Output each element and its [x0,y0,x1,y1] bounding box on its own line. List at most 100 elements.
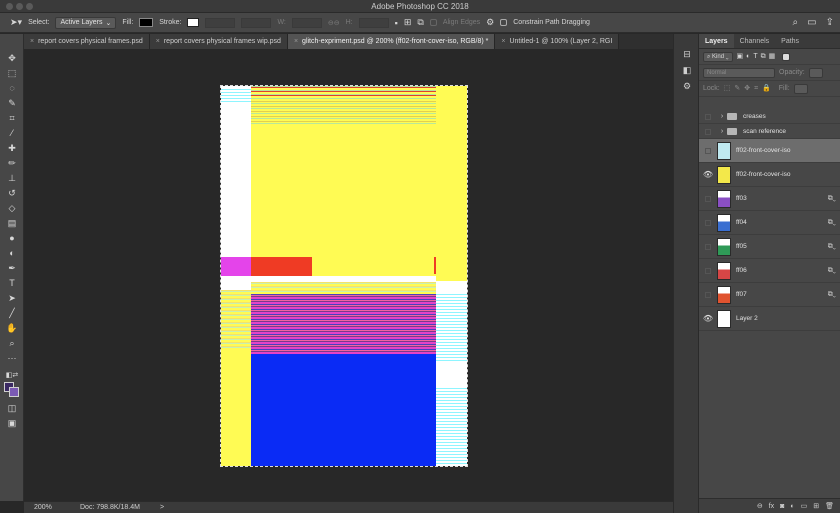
layer-ff03[interactable]: ff03 ⧉⌄ [699,187,840,211]
gear-icon[interactable]: ⚙ [486,17,494,28]
eyedropper-tool-icon[interactable]: ⁄ [4,127,20,140]
tab-layers[interactable]: Layers [699,34,734,48]
width-field[interactable] [291,17,322,28]
lock-icons[interactable]: ⬚✎✥⌗🔒 [724,84,775,93]
dodge-tool-icon[interactable]: ◐ [4,247,20,260]
layer-ff05[interactable]: ff05 ⧉⌄ [699,235,840,259]
tab-document-1[interactable]: × report covers physical frames.psd [24,34,150,49]
share-icon[interactable]: ⇪ [826,17,834,28]
crop-tool-icon[interactable]: ⌗ [4,112,20,125]
fill-field[interactable] [793,83,808,94]
add-mask-icon[interactable]: ◙ [780,503,784,510]
layer-ff04[interactable]: ff04 ⧉⌄ [699,211,840,235]
layer-ff02-front-cover-iso[interactable]: 👁 ff02-front-cover-iso [699,163,840,187]
zoom-level[interactable]: 200% [34,502,52,513]
stamp-tool-icon[interactable]: ⊥ [4,172,20,185]
tab-document-4[interactable]: × Untitled-1 @ 100% (Layer 2, RGI [495,34,620,49]
marquee-tool-icon[interactable]: ⬚ [4,67,20,80]
chevron-right-icon[interactable]: › [717,128,727,135]
lasso-tool-icon[interactable]: ◌ [4,82,20,95]
visibility-toggle[interactable] [699,291,717,298]
select-dropdown[interactable]: Active Layers ⌄ [55,16,117,29]
path-alignment-icon[interactable]: ⊞ [404,17,412,28]
quick-mask-icon[interactable]: ◫ [4,402,20,415]
move-tool-icon[interactable]: ✥ [4,52,20,65]
line-tool-icon[interactable]: ╱ [4,307,20,320]
quick-select-tool-icon[interactable]: ✎ [4,97,20,110]
constrain-checkbox[interactable] [500,19,508,26]
fill-swatch[interactable] [139,18,154,27]
align-edges-checkbox[interactable] [429,19,437,26]
adjustment-layer-icon[interactable]: ◐ [790,503,794,510]
history-brush-icon[interactable]: ↺ [4,187,20,200]
new-group-icon[interactable]: ▭ [801,502,808,510]
pen-tool-icon[interactable]: ✒ [4,262,20,275]
effects-icon[interactable]: ⧉⌄ [828,195,836,203]
default-colors-icon[interactable]: ◧⇄ [4,369,20,382]
path-select-tool-icon[interactable]: ➤ [4,292,20,305]
hand-tool-icon[interactable]: ✋ [4,322,20,335]
opacity-field[interactable] [808,67,823,78]
move-tool-icon[interactable]: ➤▾ [10,17,22,28]
path-arrangement-icon[interactable]: ⧉ [417,17,423,28]
eraser-tool-icon[interactable]: ◇ [4,202,20,215]
status-menu-arrow[interactable]: > [160,502,164,513]
zoom-tool-icon[interactable]: ⌕ [4,337,20,350]
type-tool-icon[interactable]: T [4,277,20,290]
effects-icon[interactable]: ⧉⌄ [828,243,836,251]
close-icon[interactable]: × [501,34,505,49]
layer-ff02-front-cover-iso-selected[interactable]: ff02-front-cover-iso [699,139,840,163]
link-icon[interactable]: ⊖⊖ [328,19,340,27]
layer-group-creases[interactable]: › creases [699,110,840,124]
layer-ff07[interactable]: ff07 ⧉⌄ [699,283,840,307]
eye-icon[interactable]: 👁 [699,314,717,323]
effects-icon[interactable]: ⧉⌄ [828,219,836,227]
stroke-width-field[interactable] [205,17,236,28]
visibility-toggle[interactable] [699,113,717,120]
screen-mode-icon[interactable]: ▣ [4,417,20,430]
visibility-toggle[interactable] [699,243,717,250]
more-tools-icon[interactable]: ··· [4,352,20,365]
link-layers-icon[interactable]: ⊖ [757,502,763,510]
tab-document-3[interactable]: × glitch-expriment.psd @ 200% (ff02-front… [287,34,496,49]
properties-icon[interactable]: ⚙ [681,80,693,92]
brush-tool-icon[interactable]: ✏ [4,157,20,170]
visibility-toggle[interactable] [699,219,717,226]
healing-brush-icon[interactable]: ✚ [4,142,20,155]
fx-icon[interactable]: fx [769,503,774,510]
tab-channels[interactable]: Channels [734,34,776,48]
canvas-area[interactable] [24,49,673,501]
kind-filter-dropdown[interactable]: ⌕ Kind ⌄ [703,51,733,62]
chevron-right-icon[interactable]: › [717,113,727,120]
visibility-toggle[interactable] [699,147,717,154]
history-icon[interactable]: ⊟ [681,48,693,60]
close-icon[interactable]: × [30,34,34,49]
stroke-type-dropdown[interactable] [241,17,272,28]
stroke-swatch[interactable] [187,18,200,27]
background-color[interactable] [9,387,19,397]
workspace-icon[interactable]: ▭ [807,17,816,28]
color-swatches[interactable] [4,382,20,398]
search-icon[interactable]: ⌕ [793,17,799,28]
height-field[interactable] [358,17,389,28]
minimize-window-button[interactable] [16,3,23,10]
layer-ff06[interactable]: ff06 ⧉⌄ [699,259,840,283]
close-window-button[interactable] [6,3,13,10]
tab-document-2[interactable]: × report covers physical frames wip.psd [149,34,288,49]
layer-layer-2[interactable]: 👁 Layer 2 [699,307,840,331]
effects-icon[interactable]: ⧉⌄ [828,291,836,299]
adjustments-icon[interactable]: ◧ [681,64,693,76]
document-canvas[interactable] [220,85,468,467]
trash-icon[interactable]: 🗑 [825,502,834,510]
layer-group-scan-reference[interactable]: › scan reference [699,125,840,139]
blend-mode-dropdown[interactable]: Normal [703,67,775,78]
zoom-window-button[interactable] [26,3,33,10]
close-icon[interactable]: × [156,34,160,49]
effects-icon[interactable]: ⧉⌄ [828,267,836,275]
filter-toggle[interactable] [782,52,791,61]
gradient-tool-icon[interactable]: ▤ [4,217,20,230]
visibility-toggle[interactable] [699,267,717,274]
blur-tool-icon[interactable]: ● [4,232,20,245]
close-icon[interactable]: × [294,34,298,49]
path-operations-icon[interactable]: ▪ [395,18,398,28]
